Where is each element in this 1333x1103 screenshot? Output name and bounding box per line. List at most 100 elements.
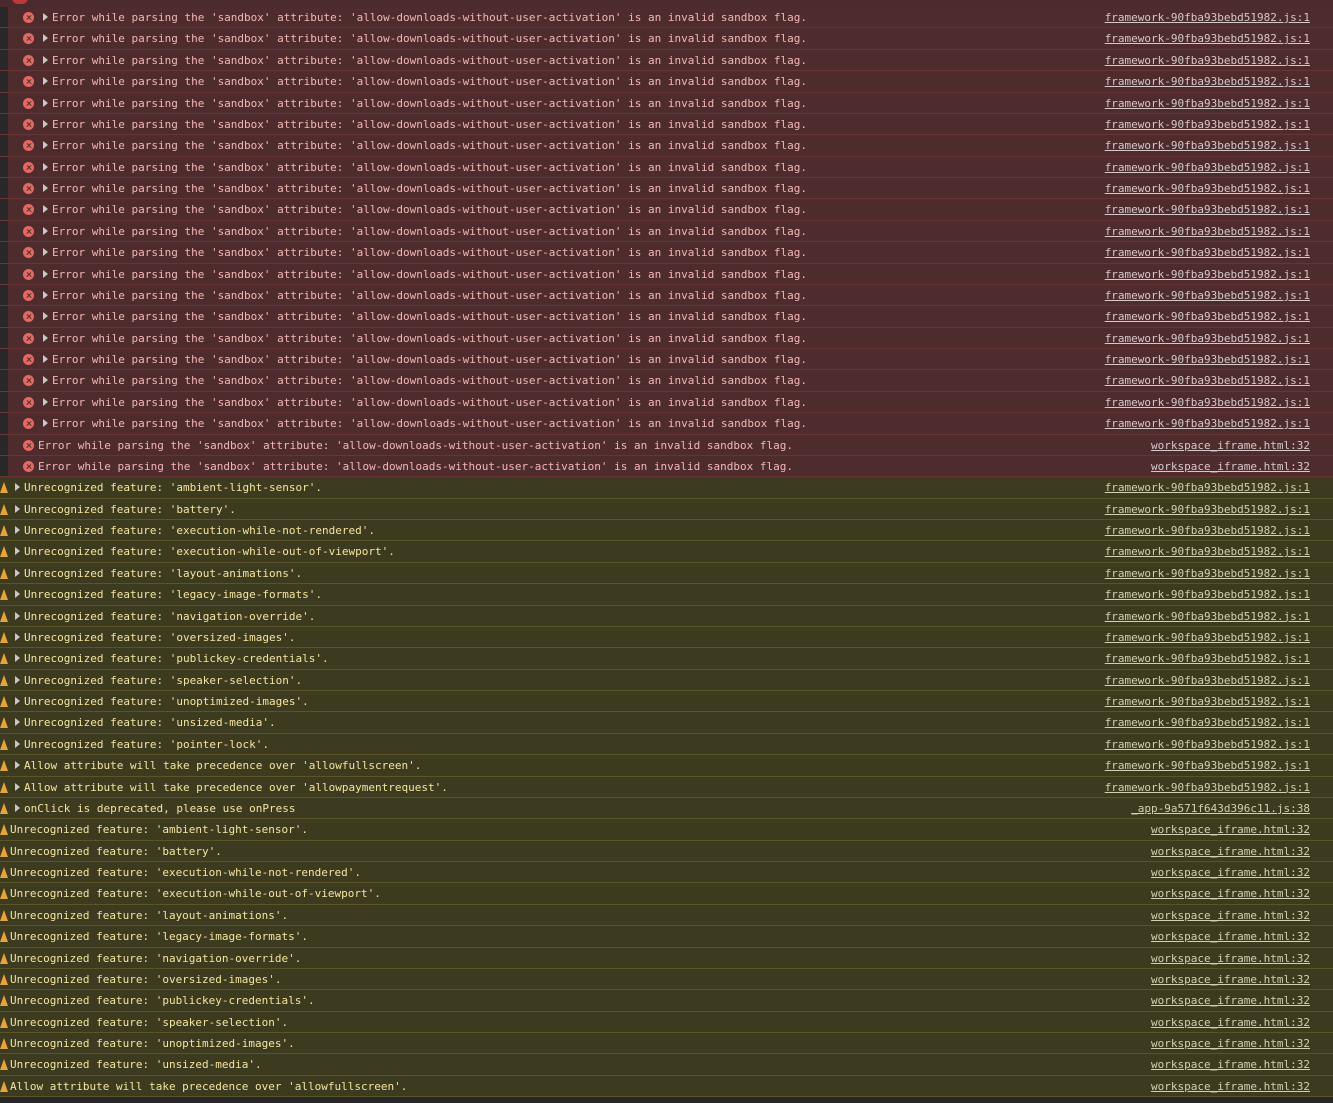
source-link[interactable]: framework-90fba93bebd51982.js:1 bbox=[1105, 373, 1310, 388]
console-message-warning[interactable]: Allow attribute will take precedence ove… bbox=[0, 776, 1333, 798]
console-message-warning[interactable]: Unrecognized feature: 'legacy-image-form… bbox=[0, 584, 1333, 606]
expand-arrow-icon[interactable] bbox=[43, 162, 48, 171]
expand-arrow-icon[interactable] bbox=[15, 654, 20, 663]
source-link[interactable]: workspace_iframe.html:32 bbox=[1151, 972, 1310, 987]
source-link[interactable]: workspace_iframe.html:32 bbox=[1151, 1079, 1310, 1094]
console-message-warning[interactable]: Unrecognized feature: 'pointer-lock'. fra… bbox=[0, 733, 1333, 756]
expand-arrow-icon[interactable] bbox=[15, 803, 20, 812]
source-link[interactable]: framework-90fba93bebd51982.js:1 bbox=[1105, 160, 1310, 175]
expand-arrow-icon[interactable] bbox=[43, 119, 48, 128]
expand-arrow-icon[interactable] bbox=[15, 611, 20, 620]
expand-arrow-icon[interactable] bbox=[43, 397, 48, 406]
console-message-warning[interactable]: Unrecognized feature: 'navigation-overri… bbox=[0, 605, 1333, 627]
source-link[interactable]: workspace_iframe.html:32 bbox=[1151, 1036, 1310, 1051]
console-message-error[interactable]: Error while parsing the 'sandbox' attrib… bbox=[0, 71, 1333, 93]
source-link[interactable]: framework-90fba93bebd51982.js:1 bbox=[1105, 587, 1310, 602]
source-link[interactable]: framework-90fba93bebd51982.js:1 bbox=[1105, 181, 1310, 196]
expand-arrow-icon[interactable] bbox=[43, 13, 48, 21]
console-message-warning[interactable]: Unrecognized feature: 'execution-while-n… bbox=[0, 862, 1333, 884]
console-message-error[interactable]: Error while parsing the 'sandbox' attrib… bbox=[0, 413, 1333, 435]
source-link[interactable]: framework-90fba93bebd51982.js:1 bbox=[1105, 480, 1310, 495]
expand-arrow-icon[interactable] bbox=[43, 376, 48, 385]
expand-arrow-icon[interactable] bbox=[43, 312, 48, 321]
source-link[interactable]: framework-90fba93bebd51982.js:1 bbox=[1105, 780, 1310, 795]
expand-arrow-icon[interactable] bbox=[43, 34, 48, 43]
source-link[interactable]: framework-90fba93bebd51982.js:1 bbox=[1105, 694, 1310, 709]
console-message-warning[interactable]: Unrecognized feature: 'oversized-images'… bbox=[0, 968, 1333, 991]
console-message-warning[interactable]: Unrecognized feature: 'layout-animations… bbox=[0, 904, 1333, 927]
console-message-warning[interactable]: Unrecognized feature: 'legacy-image-form… bbox=[0, 926, 1333, 948]
source-link[interactable]: framework-90fba93bebd51982.js:1 bbox=[1105, 53, 1310, 68]
source-link[interactable]: workspace_iframe.html:32 bbox=[1151, 908, 1310, 923]
source-link[interactable]: workspace_iframe.html:32 bbox=[1151, 459, 1310, 474]
console-message-error[interactable]: Error while parsing the 'sandbox' attrib… bbox=[0, 327, 1333, 349]
console-message-error[interactable]: Error while parsing the 'sandbox' attrib… bbox=[0, 263, 1333, 285]
source-link[interactable]: workspace_iframe.html:32 bbox=[1151, 929, 1310, 944]
expand-arrow-icon[interactable] bbox=[43, 205, 48, 214]
console-message-error[interactable]: Error while parsing the 'sandbox' attrib… bbox=[0, 28, 1333, 50]
source-link[interactable]: framework-90fba93bebd51982.js:1 bbox=[1105, 502, 1310, 517]
console-message-error[interactable]: Error while parsing the 'sandbox' attrib… bbox=[0, 92, 1333, 114]
source-link[interactable]: framework-90fba93bebd51982.js:1 bbox=[1105, 245, 1310, 260]
expand-arrow-icon[interactable] bbox=[15, 590, 20, 599]
expand-arrow-icon[interactable] bbox=[43, 355, 48, 363]
source-link[interactable]: framework-90fba93bebd51982.js:1 bbox=[1105, 31, 1310, 46]
console-message-error[interactable]: Error while parsing the 'sandbox' attrib… bbox=[0, 178, 1333, 200]
console-message-error[interactable]: Error while parsing the 'sandbox' attrib… bbox=[0, 156, 1333, 178]
source-link[interactable]: framework-90fba93bebd51982.js:1 bbox=[1105, 609, 1310, 624]
source-link[interactable]: workspace_iframe.html:32 bbox=[1151, 1057, 1310, 1072]
source-link[interactable]: framework-90fba93bebd51982.js:1 bbox=[1105, 523, 1310, 538]
expand-arrow-icon[interactable] bbox=[43, 333, 48, 342]
console-message-error[interactable]: Error while parsing the 'sandbox' attrib… bbox=[0, 220, 1333, 243]
console-message-warning[interactable]: Unrecognized feature: 'publickey-credent… bbox=[0, 990, 1333, 1012]
console-message-warning[interactable]: Unrecognized feature: 'layout-animations… bbox=[0, 562, 1333, 585]
console-message-warning[interactable]: Unrecognized feature: 'navigation-overri… bbox=[0, 947, 1333, 969]
source-link[interactable]: framework-90fba93bebd51982.js:1 bbox=[1105, 651, 1310, 666]
source-link[interactable]: framework-90fba93bebd51982.js:1 bbox=[1105, 74, 1310, 89]
source-link[interactable]: workspace_iframe.html:32 bbox=[1151, 822, 1310, 837]
source-link[interactable]: framework-90fba93bebd51982.js:1 bbox=[1105, 758, 1310, 773]
source-link[interactable]: framework-90fba93bebd51982.js:1 bbox=[1105, 352, 1310, 367]
console-message-error[interactable]: Error while parsing the 'sandbox' attrib… bbox=[0, 135, 1333, 157]
console-message-error[interactable]: Error while parsing the 'sandbox' attrib… bbox=[0, 7, 1333, 29]
console-message-error[interactable]: Error while parsing the 'sandbox' attrib… bbox=[0, 49, 1333, 72]
source-link[interactable]: workspace_iframe.html:32 bbox=[1151, 886, 1310, 901]
console-message-error[interactable]: Error while parsing the 'sandbox' attrib… bbox=[0, 370, 1333, 392]
source-link[interactable]: framework-90fba93bebd51982.js:1 bbox=[1105, 673, 1310, 688]
console-message-warning[interactable]: Unrecognized feature: 'execution-while-o… bbox=[0, 541, 1333, 563]
expand-arrow-icon[interactable] bbox=[15, 547, 20, 556]
source-link[interactable]: framework-90fba93bebd51982.js:1 bbox=[1105, 715, 1310, 730]
source-link[interactable]: framework-90fba93bebd51982.js:1 bbox=[1105, 202, 1310, 217]
expand-arrow-icon[interactable] bbox=[43, 419, 48, 428]
expand-arrow-icon[interactable] bbox=[15, 526, 20, 534]
console-message-warning[interactable]: Unrecognized feature: 'battery'. workspac… bbox=[0, 840, 1333, 862]
console-message-warning[interactable]: Unrecognized feature: 'unoptimized-image… bbox=[0, 1033, 1333, 1055]
source-link[interactable]: framework-90fba93bebd51982.js:1 bbox=[1105, 138, 1310, 153]
source-link[interactable]: framework-90fba93bebd51982.js:1 bbox=[1105, 630, 1310, 645]
console-message-error[interactable]: Error while parsing the 'sandbox' attrib… bbox=[0, 391, 1333, 414]
expand-arrow-icon[interactable] bbox=[43, 98, 48, 107]
expand-arrow-icon[interactable] bbox=[15, 568, 20, 577]
console-message-warning[interactable]: Unrecognized feature: 'speaker-selection… bbox=[0, 669, 1333, 691]
source-link[interactable]: framework-90fba93bebd51982.js:1 bbox=[1105, 96, 1310, 111]
source-link[interactable]: workspace_iframe.html:32 bbox=[1151, 438, 1310, 453]
expand-arrow-icon[interactable] bbox=[15, 632, 20, 641]
expand-arrow-icon[interactable] bbox=[15, 483, 20, 492]
console-message-error[interactable]: Error while parsing the 'sandbox' attrib… bbox=[0, 455, 1333, 478]
console-message-warning[interactable]: Unrecognized feature: 'battery'. framewor… bbox=[0, 498, 1333, 520]
expand-arrow-icon[interactable] bbox=[15, 697, 20, 705]
console-message-warning[interactable]: Allow attribute will take precedence ove… bbox=[0, 755, 1333, 777]
console-message-warning[interactable]: Allow attribute will take precedence ove… bbox=[0, 1075, 1333, 1098]
console-message-warning[interactable]: Unrecognized feature: 'publickey-credent… bbox=[0, 648, 1333, 670]
source-link[interactable]: framework-90fba93bebd51982.js:1 bbox=[1105, 10, 1310, 25]
console-message-warning[interactable]: Unrecognized feature: 'unsized-media'. wo… bbox=[0, 1054, 1333, 1076]
console-message-error[interactable]: Error while parsing the 'sandbox' attrib… bbox=[0, 306, 1333, 328]
expand-arrow-icon[interactable] bbox=[43, 226, 48, 235]
expand-arrow-icon[interactable] bbox=[43, 55, 48, 64]
source-link[interactable]: workspace_iframe.html:32 bbox=[1151, 844, 1310, 859]
console-message-warning[interactable]: Unrecognized feature: 'ambient-light-sen… bbox=[0, 819, 1333, 841]
console-message-error[interactable]: Error while parsing the 'sandbox' attrib… bbox=[0, 199, 1333, 221]
expand-arrow-icon[interactable] bbox=[15, 782, 20, 791]
console-message-warning[interactable]: Unrecognized feature: 'oversized-images'… bbox=[0, 626, 1333, 649]
source-link[interactable]: framework-90fba93bebd51982.js:1 bbox=[1105, 224, 1310, 239]
